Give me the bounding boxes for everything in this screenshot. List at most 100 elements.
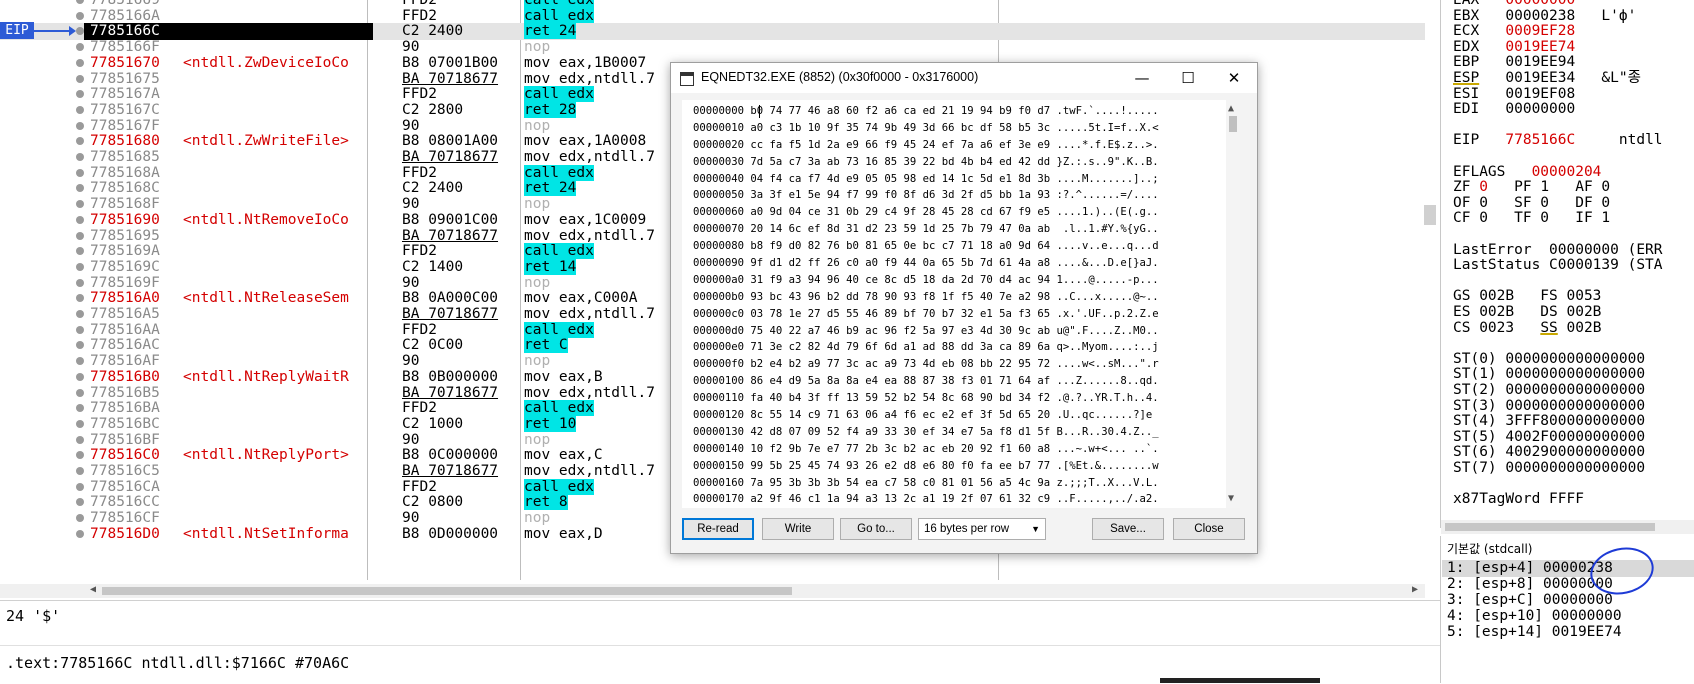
breakpoint-dot-icon[interactable] [76,0,84,4]
breakpoint-dot-icon[interactable] [76,325,84,334]
breakpoint-dot-icon[interactable] [76,341,84,350]
close-window-button[interactable]: ✕ [1211,63,1257,93]
breakpoint-dot-icon[interactable] [76,278,84,287]
minimize-button[interactable]: — [1119,63,1165,93]
breakpoint-dot-icon[interactable] [76,105,84,114]
scroll-down-icon[interactable]: ▼ [1228,493,1234,504]
breakpoint-dot-icon[interactable] [76,388,84,397]
breakpoint-dot-icon[interactable] [76,498,84,507]
hex-row[interactable]: 00000010 a0 c3 1b 10 9f 35 74 9b 49 3d 6… [693,120,1218,137]
hex-row[interactable]: 00000100 86 e4 d9 5a 8a 8a e4 ea 88 87 3… [693,373,1218,390]
register-line[interactable]: ST(4) 3FFF800000000000 [1453,413,1645,429]
scrollbar-thumb[interactable] [1229,116,1237,132]
registers-view[interactable]: EAX 00000000 EBX 00000238 L'ф' ECX 0009EF2… [1440,0,1694,528]
breakpoint-dot-icon[interactable] [76,231,84,240]
hex-row[interactable]: 00000030 7d 5a c7 3a ab 73 16 85 39 22 b… [693,154,1218,171]
breakpoint-dot-icon[interactable] [76,372,84,381]
hex-row[interactable]: 00000140 10 f2 9b 7e e7 77 2b 3c b2 ac e… [693,441,1218,458]
breakpoint-dot-icon[interactable] [76,11,84,20]
memory-hex-dialog[interactable]: EQNEDT32.EXE (8852) (0x30f0000 - 0x31760… [670,62,1258,554]
breakpoint-dot-icon[interactable] [76,74,84,83]
scrollbar-thumb[interactable] [102,587,792,595]
breakpoint-dot-icon[interactable] [76,153,84,161]
dialog-titlebar[interactable]: EQNEDT32.EXE (8852) (0x30f0000 - 0x31760… [671,63,1257,93]
hex-row[interactable]: 00000060 a0 9d 04 ce 31 0b 29 c4 9f 28 4… [693,204,1218,221]
maximize-button[interactable]: ☐ [1165,63,1211,93]
breakpoint-dot-icon[interactable] [76,310,84,318]
register-line[interactable]: LastStatus C0000139 (STA [1453,257,1663,273]
breakpoint-dot-icon[interactable] [76,184,84,193]
stack-argument-row[interactable]: 1: [esp+4] 00000238 [1442,560,1694,577]
breakpoint-dot-icon[interactable] [76,435,84,444]
scroll-right-icon[interactable]: ▶ [1412,584,1418,595]
breakpoint-dot-icon[interactable] [76,467,84,475]
call-stack-arguments[interactable]: 기본값 (stdcall) 1: [esp+4] 00000238 2: [esp… [1440,536,1694,683]
registers-horizontal-scrollbar[interactable] [1441,520,1694,534]
hex-row[interactable]: 00000080 b8 f9 d0 82 76 b0 81 65 0e bc c… [693,238,1218,255]
close-button[interactable]: Close [1173,518,1245,540]
stack-argument-row[interactable]: 2: [esp+8] 00000000 [1447,576,1694,593]
breakpoint-dot-icon[interactable] [76,58,84,67]
hex-row[interactable]: 00000110 fa 40 b4 3f ff 13 59 52 b2 54 8… [693,390,1218,407]
register-line[interactable]: EIP 7785166C ntdll [1453,132,1663,148]
breakpoint-dot-icon[interactable] [76,404,84,413]
register-line[interactable]: ST(2) 0000000000000000 [1453,382,1645,398]
breakpoint-dot-icon[interactable] [76,419,84,428]
hex-row[interactable]: 00000000 b0 74 77 46 a8 60 f2 a6 ca ed 2… [693,103,1218,120]
register-line[interactable]: x87TagWord FFFF [1453,491,1584,507]
hex-row[interactable]: 00000040 04 f4 ca f7 4d e9 05 05 98 ed 1… [693,171,1218,188]
hex-view[interactable]: 00000000 b0 74 77 46 a8 60 f2 a6 ca ed 2… [682,100,1240,508]
hex-row[interactable]: 00000090 9f d1 d2 ff 26 c0 a0 f9 44 0a 6… [693,255,1218,272]
register-line[interactable]: CF 0 TF 0 IF 1 [1453,210,1610,226]
hex-row[interactable]: 00000170 a2 9f 46 c1 1a 94 a3 13 2c a1 1… [693,491,1218,507]
breakpoint-dot-icon[interactable] [76,215,84,224]
breakpoint-dot-icon[interactable] [76,121,84,130]
breakpoint-dot-icon[interactable] [76,529,84,538]
register-line[interactable]: EFLAGS 00000204 [1453,164,1601,180]
register-line[interactable]: OF 0 SF 0 DF 0 [1453,195,1610,211]
hex-row[interactable]: 000000e0 71 3e c2 82 4d 79 6f 6d a1 ad 8… [693,339,1218,356]
register-line[interactable]: ST(1) 0000000000000000 [1453,366,1645,382]
bytes-per-row-select[interactable]: 16 bytes per row ▼ [918,518,1046,540]
register-line[interactable]: ESP 0019EE34 &L"종 [1453,70,1641,86]
hex-row[interactable]: 00000120 8c 55 14 c9 71 63 06 a4 f6 ec e… [693,407,1218,424]
disassembly-horizontal-scrollbar[interactable]: ◀ ▶ [0,584,1425,598]
stack-argument-row[interactable]: 4: [esp+10] 00000000 [1447,608,1694,625]
breakpoint-dot-icon[interactable] [76,451,84,460]
hex-row[interactable]: 000000a0 31 f9 a3 94 96 40 ce 8c d5 18 d… [693,272,1218,289]
register-line[interactable]: ESI 0019EF08 [1453,86,1575,102]
breakpoint-dot-icon[interactable] [76,247,84,256]
save-button[interactable]: Save... [1092,518,1164,540]
hex-row[interactable]: 00000130 42 d8 07 09 52 f4 a9 33 30 ef 3… [693,424,1218,441]
breakpoint-dot-icon[interactable] [76,168,84,177]
goto-button[interactable]: Go to... [840,518,912,540]
register-line[interactable]: ZF 0 PF 1 AF 0 [1453,179,1610,195]
hex-row[interactable]: 000000b0 93 bc 43 96 b2 dd 78 90 93 f8 1… [693,289,1218,306]
scroll-up-icon[interactable]: ▲ [1228,103,1234,114]
breakpoint-dot-icon[interactable] [76,27,84,36]
instruction-row[interactable]: 7785166A FFD2 call edx [0,7,1425,25]
hex-row[interactable]: 000000c0 03 78 1e 27 d5 55 46 89 bf 70 b… [693,306,1218,323]
stack-argument-row[interactable]: 5: [esp+14] 0019EE74 [1447,624,1694,641]
breakpoint-dot-icon[interactable] [76,357,84,366]
breakpoint-dot-icon[interactable] [76,90,84,99]
register-line[interactable]: ST(6) 4002900000000000 [1453,444,1645,460]
register-line[interactable]: ST(0) 0000000000000000 [1453,351,1645,367]
write-button[interactable]: Write [762,518,834,540]
stack-argument-row[interactable]: 3: [esp+C] 00000000 [1447,592,1694,609]
register-line[interactable]: ECX 0009EF28 [1453,23,1575,39]
register-line[interactable]: EDX 0019EE74 [1453,39,1575,55]
breakpoint-dot-icon[interactable] [76,137,84,146]
register-line[interactable]: EBX 00000238 L'ф' [1453,8,1636,24]
registers-vertical-scroll-thumb[interactable] [1424,205,1436,225]
hex-vertical-scrollbar[interactable]: ▲ ▼ [1226,100,1240,508]
register-line[interactable]: CS 0023 SS 002B [1453,320,1601,336]
register-line[interactable]: EBP 0019EE94 [1453,54,1575,70]
register-line[interactable]: LastError 00000000 (ERR [1453,242,1663,258]
instruction-row[interactable]: 7785166F 90 nop [0,39,1425,56]
scroll-left-icon[interactable]: ◀ [90,584,96,595]
hex-row[interactable]: 00000070 20 14 6c ef 8d 31 d2 23 59 1d 2… [693,221,1218,238]
breakpoint-dot-icon[interactable] [76,294,84,303]
breakpoint-dot-icon[interactable] [76,482,84,491]
register-line[interactable]: ES 002B DS 002B [1453,304,1601,320]
